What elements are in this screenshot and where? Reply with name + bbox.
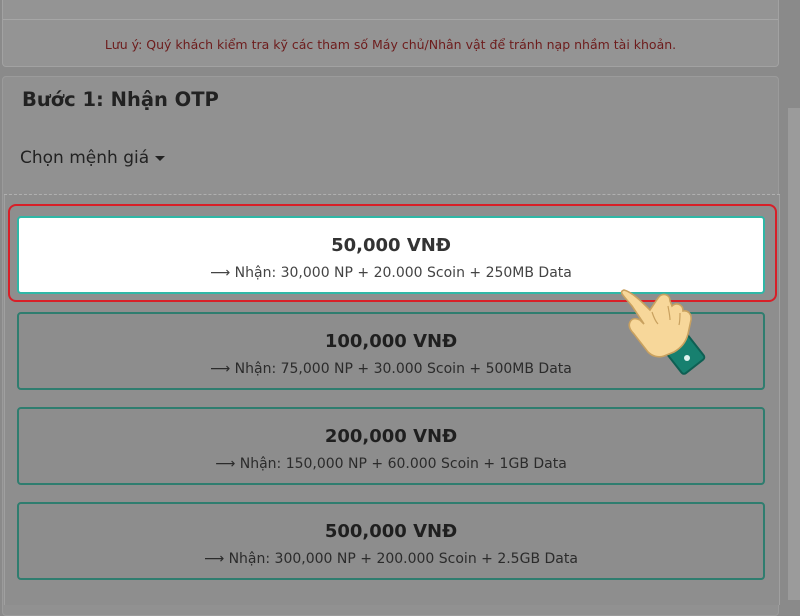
- scrollbar-thumb[interactable]: [788, 108, 800, 600]
- denomination-option-200000[interactable]: 200,000 VNĐ ⟶ Nhận: 150,000 NP + 60.000 …: [17, 407, 765, 485]
- denomination-option-50000[interactable]: 50,000 VNĐ ⟶ Nhận: 30,000 NP + 20.000 Sc…: [17, 216, 765, 294]
- panel-divider: [3, 19, 778, 20]
- step-title: Bước 1: Nhận OTP: [22, 88, 219, 111]
- denomination-label: Chọn mệnh giá: [20, 148, 150, 168]
- option-price: 500,000 VNĐ: [324, 521, 458, 542]
- server-info-panel: Lưu ý: Quý khách kiểm tra kỹ các tham số…: [2, 0, 779, 67]
- option-receive: ⟶ Nhận: 300,000 NP + 200.000 Scoin + 2.5…: [204, 551, 578, 567]
- notice-text: Lưu ý: Quý khách kiểm tra kỹ các tham số…: [104, 37, 677, 52]
- denomination-option-500000[interactable]: 500,000 VNĐ ⟶ Nhận: 300,000 NP + 200.000…: [17, 502, 765, 580]
- option-receive: ⟶ Nhận: 150,000 NP + 60.000 Scoin + 1GB …: [215, 456, 567, 472]
- option-price: 100,000 VNĐ: [324, 331, 458, 352]
- option-price: 50,000 VNĐ: [331, 235, 451, 256]
- denomination-option-100000[interactable]: 100,000 VNĐ ⟶ Nhận: 75,000 NP + 30.000 S…: [17, 312, 765, 390]
- option-receive: ⟶ Nhận: 30,000 NP + 20.000 Scoin + 250MB…: [210, 265, 572, 281]
- option-receive: ⟶ Nhận: 75,000 NP + 30.000 Scoin + 500MB…: [210, 361, 572, 377]
- caret-down-icon: [155, 155, 166, 161]
- denomination-dropdown[interactable]: Chọn mệnh giá: [20, 148, 166, 168]
- option-price: 200,000 VNĐ: [324, 426, 458, 447]
